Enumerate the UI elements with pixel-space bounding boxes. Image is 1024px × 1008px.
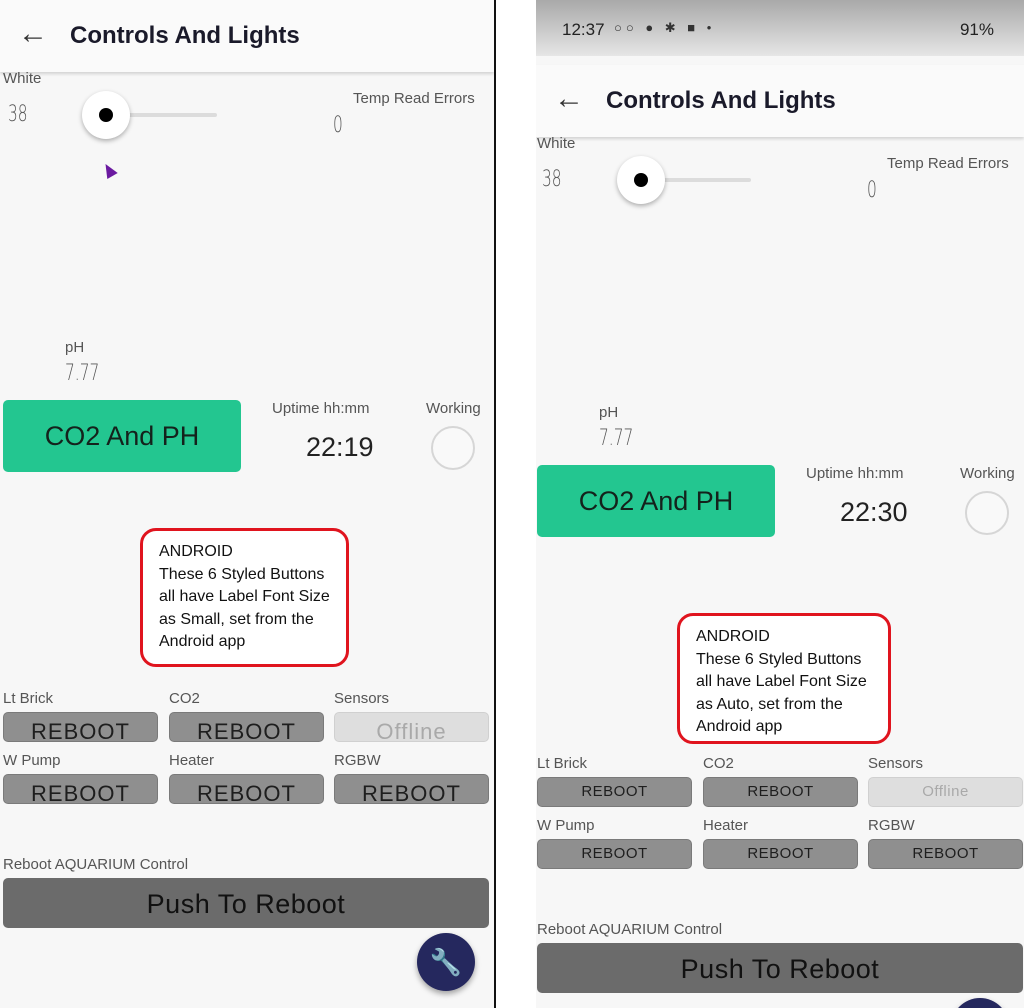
uptime-label: Uptime hh:mm bbox=[272, 400, 370, 417]
button-text: REBOOT bbox=[31, 781, 130, 804]
heater-reboot-button[interactable]: REBOOT bbox=[703, 839, 858, 869]
co2-label: CO2 bbox=[169, 690, 200, 707]
lt-brick-reboot-button[interactable]: REBOOT bbox=[3, 712, 158, 742]
lt-brick-label: Lt Brick bbox=[3, 690, 54, 707]
callout-line: as Small, set from the bbox=[159, 610, 314, 628]
white-slider-knob[interactable] bbox=[82, 91, 130, 139]
co2-reboot-button[interactable]: REBOOT bbox=[169, 712, 324, 742]
status-time: 12:37 bbox=[562, 20, 605, 39]
working-led-indicator bbox=[965, 491, 1009, 535]
battery-percent: 91% bbox=[959, 20, 994, 39]
annotation-callout: ANDROID These 6 Styled Buttons all have … bbox=[677, 613, 891, 744]
white-slider-knob[interactable] bbox=[617, 156, 665, 204]
sensors-offline-button[interactable]: Offline bbox=[334, 712, 489, 742]
working-label: Working bbox=[426, 400, 481, 417]
button-text: REBOOT bbox=[747, 845, 814, 862]
uptime-value: 22:19 bbox=[306, 432, 374, 462]
button-text: REBOOT bbox=[197, 719, 296, 742]
callout-line: These 6 Styled Buttons bbox=[696, 650, 862, 668]
push-to-reboot-button[interactable]: Push To Reboot bbox=[3, 878, 489, 928]
rgbw-label: RGBW bbox=[334, 752, 381, 769]
ph-label: pH bbox=[599, 404, 619, 421]
page-title: Controls And Lights bbox=[606, 87, 836, 114]
callout-line: Android app bbox=[696, 718, 783, 735]
heater-label: Heater bbox=[169, 752, 215, 769]
annotation-callout: ANDROID These 6 Styled Buttons all have … bbox=[140, 528, 349, 667]
callout-line: ANDROID bbox=[696, 628, 770, 645]
callout-line: all have Label Font Size bbox=[159, 588, 330, 605]
button-text: REBOOT bbox=[912, 845, 979, 862]
w-pump-reboot-button[interactable]: REBOOT bbox=[537, 839, 692, 869]
co2-reboot-button[interactable]: REBOOT bbox=[703, 777, 858, 807]
button-text: REBOOT bbox=[581, 845, 648, 862]
right-screenshot-pane: 12:37 ○○ ● ✱ ■ • 91% ← Controls And Ligh… bbox=[536, 0, 1024, 1008]
reboot-control-label: Reboot AQUARIUM Control bbox=[3, 856, 189, 873]
mouse-cursor-icon bbox=[100, 160, 118, 180]
sensors-label: Sensors bbox=[868, 755, 924, 772]
co2-and-ph-button[interactable]: CO2 And PH bbox=[537, 465, 775, 537]
w-pump-label: W Pump bbox=[537, 817, 595, 834]
notification-icons: ○○ ● ✱ ■ • bbox=[614, 20, 716, 35]
callout-line: Android app bbox=[159, 633, 246, 650]
back-arrow-icon[interactable]: ← bbox=[18, 18, 48, 50]
button-text: REBOOT bbox=[581, 783, 648, 800]
rgbw-reboot-button[interactable]: REBOOT bbox=[868, 839, 1023, 869]
callout-line: These 6 Styled Buttons bbox=[159, 565, 325, 583]
white-slider-label: White bbox=[537, 135, 576, 152]
button-text: REBOOT bbox=[747, 783, 814, 800]
callout-line: all have Label Font Size bbox=[696, 673, 867, 690]
temp-errors-value: 0 bbox=[333, 113, 343, 138]
push-to-reboot-button[interactable]: Push To Reboot bbox=[537, 943, 1023, 993]
temp-errors-value: 0 bbox=[867, 178, 877, 203]
page-title: Controls And Lights bbox=[70, 22, 300, 49]
temp-errors-label: Temp Read Errors bbox=[353, 90, 475, 107]
w-pump-reboot-button[interactable]: REBOOT bbox=[3, 774, 158, 804]
button-text: REBOOT bbox=[31, 719, 130, 742]
sensors-label: Sensors bbox=[334, 690, 390, 707]
back-arrow-icon[interactable]: ← bbox=[554, 83, 584, 115]
ph-label: pH bbox=[65, 339, 85, 356]
uptime-value: 22:30 bbox=[840, 497, 908, 527]
ph-value: 7.77 bbox=[65, 361, 100, 386]
rgbw-label: RGBW bbox=[868, 817, 915, 834]
reboot-control-label: Reboot AQUARIUM Control bbox=[537, 921, 723, 938]
button-text: Offline bbox=[922, 783, 969, 800]
working-led-indicator bbox=[431, 426, 475, 470]
wrench-icon[interactable]: 🔧 bbox=[417, 933, 475, 991]
sensors-offline-button[interactable]: Offline bbox=[868, 777, 1023, 807]
app-bar: ← Controls And Lights bbox=[0, 0, 494, 72]
white-slider-value: 38 bbox=[542, 167, 562, 192]
uptime-label: Uptime hh:mm bbox=[806, 465, 904, 482]
rgbw-reboot-button[interactable]: REBOOT bbox=[334, 774, 489, 804]
screenshot-divider bbox=[494, 0, 496, 1008]
callout-line: as Auto, set from the bbox=[696, 695, 843, 713]
button-text: Offline bbox=[376, 719, 447, 742]
status-bar: 12:37 ○○ ● ✱ ■ • 91% bbox=[536, 0, 1024, 56]
left-screenshot-pane: ← Controls And Lights White 38 Temp Read… bbox=[0, 0, 494, 1008]
button-text: REBOOT bbox=[197, 781, 296, 804]
ph-value: 7.77 bbox=[599, 426, 634, 451]
working-label: Working bbox=[960, 465, 1015, 482]
heater-reboot-button[interactable]: REBOOT bbox=[169, 774, 324, 804]
callout-line: ANDROID bbox=[159, 543, 233, 560]
lt-brick-reboot-button[interactable]: REBOOT bbox=[537, 777, 692, 807]
button-text: REBOOT bbox=[362, 781, 461, 804]
white-slider-value: 38 bbox=[8, 102, 28, 127]
co2-label: CO2 bbox=[703, 755, 734, 772]
w-pump-label: W Pump bbox=[3, 752, 61, 769]
co2-and-ph-button[interactable]: CO2 And PH bbox=[3, 400, 241, 472]
temp-errors-label: Temp Read Errors bbox=[887, 155, 1009, 172]
heater-label: Heater bbox=[703, 817, 749, 834]
lt-brick-label: Lt Brick bbox=[537, 755, 588, 772]
wrench-icon[interactable] bbox=[951, 998, 1009, 1008]
white-slider-label: White bbox=[3, 70, 42, 87]
app-bar: ← Controls And Lights bbox=[536, 65, 1024, 137]
